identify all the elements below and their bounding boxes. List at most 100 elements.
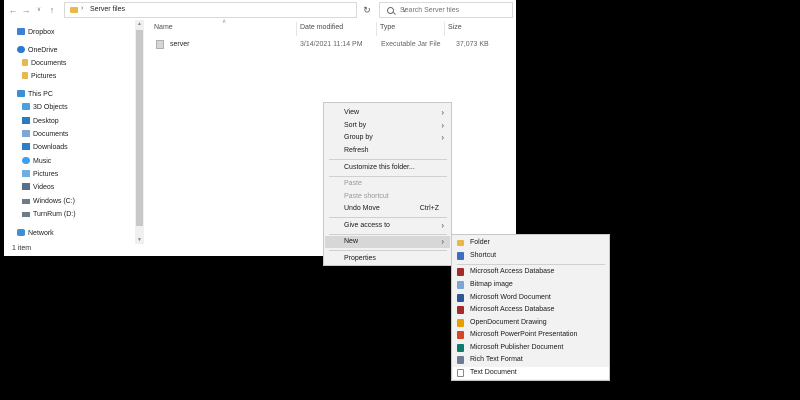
access-icon xyxy=(457,268,464,276)
computer-icon xyxy=(17,90,25,97)
column-header-type[interactable]: Type xyxy=(380,24,395,31)
nav-item-music[interactable]: Music xyxy=(22,156,51,168)
menu-item-new[interactable]: New › xyxy=(325,236,450,248)
file-size: 37,073 KB xyxy=(456,41,489,48)
scroll-down-arrow-icon[interactable]: ▼ xyxy=(135,236,144,244)
nav-item-documents[interactable]: Documents xyxy=(22,129,68,141)
publisher-icon xyxy=(457,344,464,352)
sort-ascending-icon: ∧ xyxy=(222,19,227,25)
chevron-right-icon: › xyxy=(441,237,444,246)
drawing-icon xyxy=(457,319,464,327)
chevron-right-icon: › xyxy=(441,121,444,130)
column-divider[interactable] xyxy=(296,22,297,36)
submenu-item-text-document[interactable]: Text Document xyxy=(453,367,609,379)
menu-separator xyxy=(457,264,605,265)
menu-item-properties[interactable]: Properties xyxy=(325,253,450,265)
file-name[interactable]: server xyxy=(170,41,189,48)
submenu-item-publisher-document[interactable]: Microsoft Publisher Document xyxy=(453,342,609,354)
nav-item-windows-c[interactable]: Windows (C:) xyxy=(22,196,75,208)
column-divider[interactable] xyxy=(376,22,377,36)
address-toolbar: ← → ∨ ↑ › Server files ∨ ↻ xyxy=(4,0,516,20)
folder-icon xyxy=(22,59,28,66)
nav-item-dropbox[interactable]: Dropbox xyxy=(17,27,54,39)
pictures-icon xyxy=(22,170,30,177)
new-submenu: Folder Shortcut Microsoft Access Databas… xyxy=(451,234,610,381)
breadcrumb-server-files[interactable]: Server files xyxy=(90,6,125,13)
nav-item-pictures[interactable]: Pictures xyxy=(22,169,58,181)
forward-arrow-icon[interactable]: → xyxy=(21,4,31,16)
documents-icon xyxy=(22,130,30,137)
up-arrow-icon[interactable]: ↑ xyxy=(47,4,57,16)
recent-chevron-down-icon[interactable]: ∨ xyxy=(34,4,44,16)
nav-item-videos[interactable]: Videos xyxy=(22,182,54,194)
folder-icon xyxy=(70,7,78,13)
nav-item-onedrive-pictures[interactable]: Pictures xyxy=(22,71,56,83)
submenu-item-rich-text-format[interactable]: Rich Text Format xyxy=(453,354,609,366)
status-item-count: 1 item xyxy=(12,245,32,252)
bitmap-icon xyxy=(457,281,464,289)
submenu-item-folder[interactable]: Folder xyxy=(453,237,609,249)
nav-item-downloads[interactable]: Downloads xyxy=(22,142,68,154)
submenu-item-access-database-2[interactable]: Microsoft Access Database xyxy=(453,304,609,316)
context-menu: View › Sort by › Group by › Refresh Customi… xyxy=(323,102,452,266)
search-box[interactable] xyxy=(379,2,513,18)
submenu-item-powerpoint-presentation[interactable]: Microsoft PowerPoint Presentation xyxy=(453,329,609,341)
submenu-item-word-document[interactable]: Microsoft Word Document xyxy=(453,292,609,304)
nav-item-onedrive-documents[interactable]: Documents xyxy=(22,58,66,70)
menu-separator xyxy=(329,217,447,218)
music-note-icon xyxy=(22,157,30,164)
chevron-right-icon: › xyxy=(441,221,444,230)
menu-item-customize-folder[interactable]: Customize this folder... xyxy=(325,162,450,174)
nav-item-onedrive[interactable]: OneDrive xyxy=(17,45,58,57)
folder-icon xyxy=(22,72,28,79)
drive-icon xyxy=(22,212,30,217)
scroll-up-arrow-icon[interactable]: ▲ xyxy=(135,20,144,28)
rtf-icon xyxy=(457,356,464,364)
nav-pane-scrollbar[interactable]: ▲ ▼ xyxy=(135,20,144,244)
cloud-icon xyxy=(17,46,25,53)
search-input[interactable] xyxy=(400,6,508,15)
search-icon xyxy=(387,7,394,14)
menu-item-group-by[interactable]: Group by › xyxy=(325,132,450,144)
column-header-name[interactable]: Name xyxy=(154,24,173,31)
menu-item-view[interactable]: View › xyxy=(325,107,450,119)
menu-item-sort-by[interactable]: Sort by › xyxy=(325,120,450,132)
undo-shortcut-text: Ctrl+Z xyxy=(419,205,439,212)
column-divider[interactable] xyxy=(444,22,445,36)
nav-item-desktop[interactable]: Desktop xyxy=(22,116,59,128)
column-header-size[interactable]: Size xyxy=(448,24,462,31)
column-header-date-modified[interactable]: Date modified xyxy=(300,24,343,31)
refresh-icon[interactable]: ↻ xyxy=(360,2,374,18)
submenu-item-bitmap-image[interactable]: Bitmap image xyxy=(453,279,609,291)
nav-item-turnrum-d[interactable]: TurnRum (D:) xyxy=(22,209,76,221)
powerpoint-icon xyxy=(457,331,464,339)
nav-item-network[interactable]: Network xyxy=(17,228,54,240)
drive-icon xyxy=(22,199,30,204)
menu-separator xyxy=(329,234,447,235)
desktop-icon xyxy=(22,117,30,124)
menu-separator xyxy=(329,176,447,177)
menu-item-paste[interactable]: Paste xyxy=(325,178,450,190)
text-document-icon xyxy=(457,369,464,377)
dropbox-icon xyxy=(17,28,25,35)
breadcrumb-chevron-icon[interactable]: › xyxy=(81,5,83,12)
address-bar[interactable]: › Server files ∨ xyxy=(64,2,407,18)
menu-item-paste-shortcut[interactable]: Paste shortcut xyxy=(325,191,450,203)
back-arrow-icon[interactable]: ← xyxy=(8,4,18,16)
nav-item-this-pc[interactable]: This PC xyxy=(17,89,53,101)
navigation-pane: Dropbox OneDrive Documents Pictures This… xyxy=(4,20,144,240)
submenu-item-shortcut[interactable]: Shortcut xyxy=(453,250,609,262)
menu-separator xyxy=(329,159,447,160)
submenu-item-opendocument-drawing[interactable]: OpenDocument Drawing xyxy=(453,317,609,329)
menu-item-give-access[interactable]: Give access to › xyxy=(325,220,450,232)
file-date-modified: 3/14/2021 11:14 PM xyxy=(300,41,363,48)
table-row[interactable]: server 3/14/2021 11:14 PM Executable Jar… xyxy=(150,39,500,51)
chevron-right-icon: › xyxy=(441,108,444,117)
submenu-item-access-database[interactable]: Microsoft Access Database xyxy=(453,266,609,278)
menu-item-refresh[interactable]: Refresh xyxy=(325,145,450,157)
network-icon xyxy=(17,229,25,236)
nav-item-3d-objects[interactable]: 3D Objects xyxy=(22,102,68,114)
menu-item-undo-move[interactable]: Undo Move Ctrl+Z xyxy=(325,203,450,215)
word-icon xyxy=(457,294,464,302)
scrollbar-thumb[interactable] xyxy=(136,30,143,226)
